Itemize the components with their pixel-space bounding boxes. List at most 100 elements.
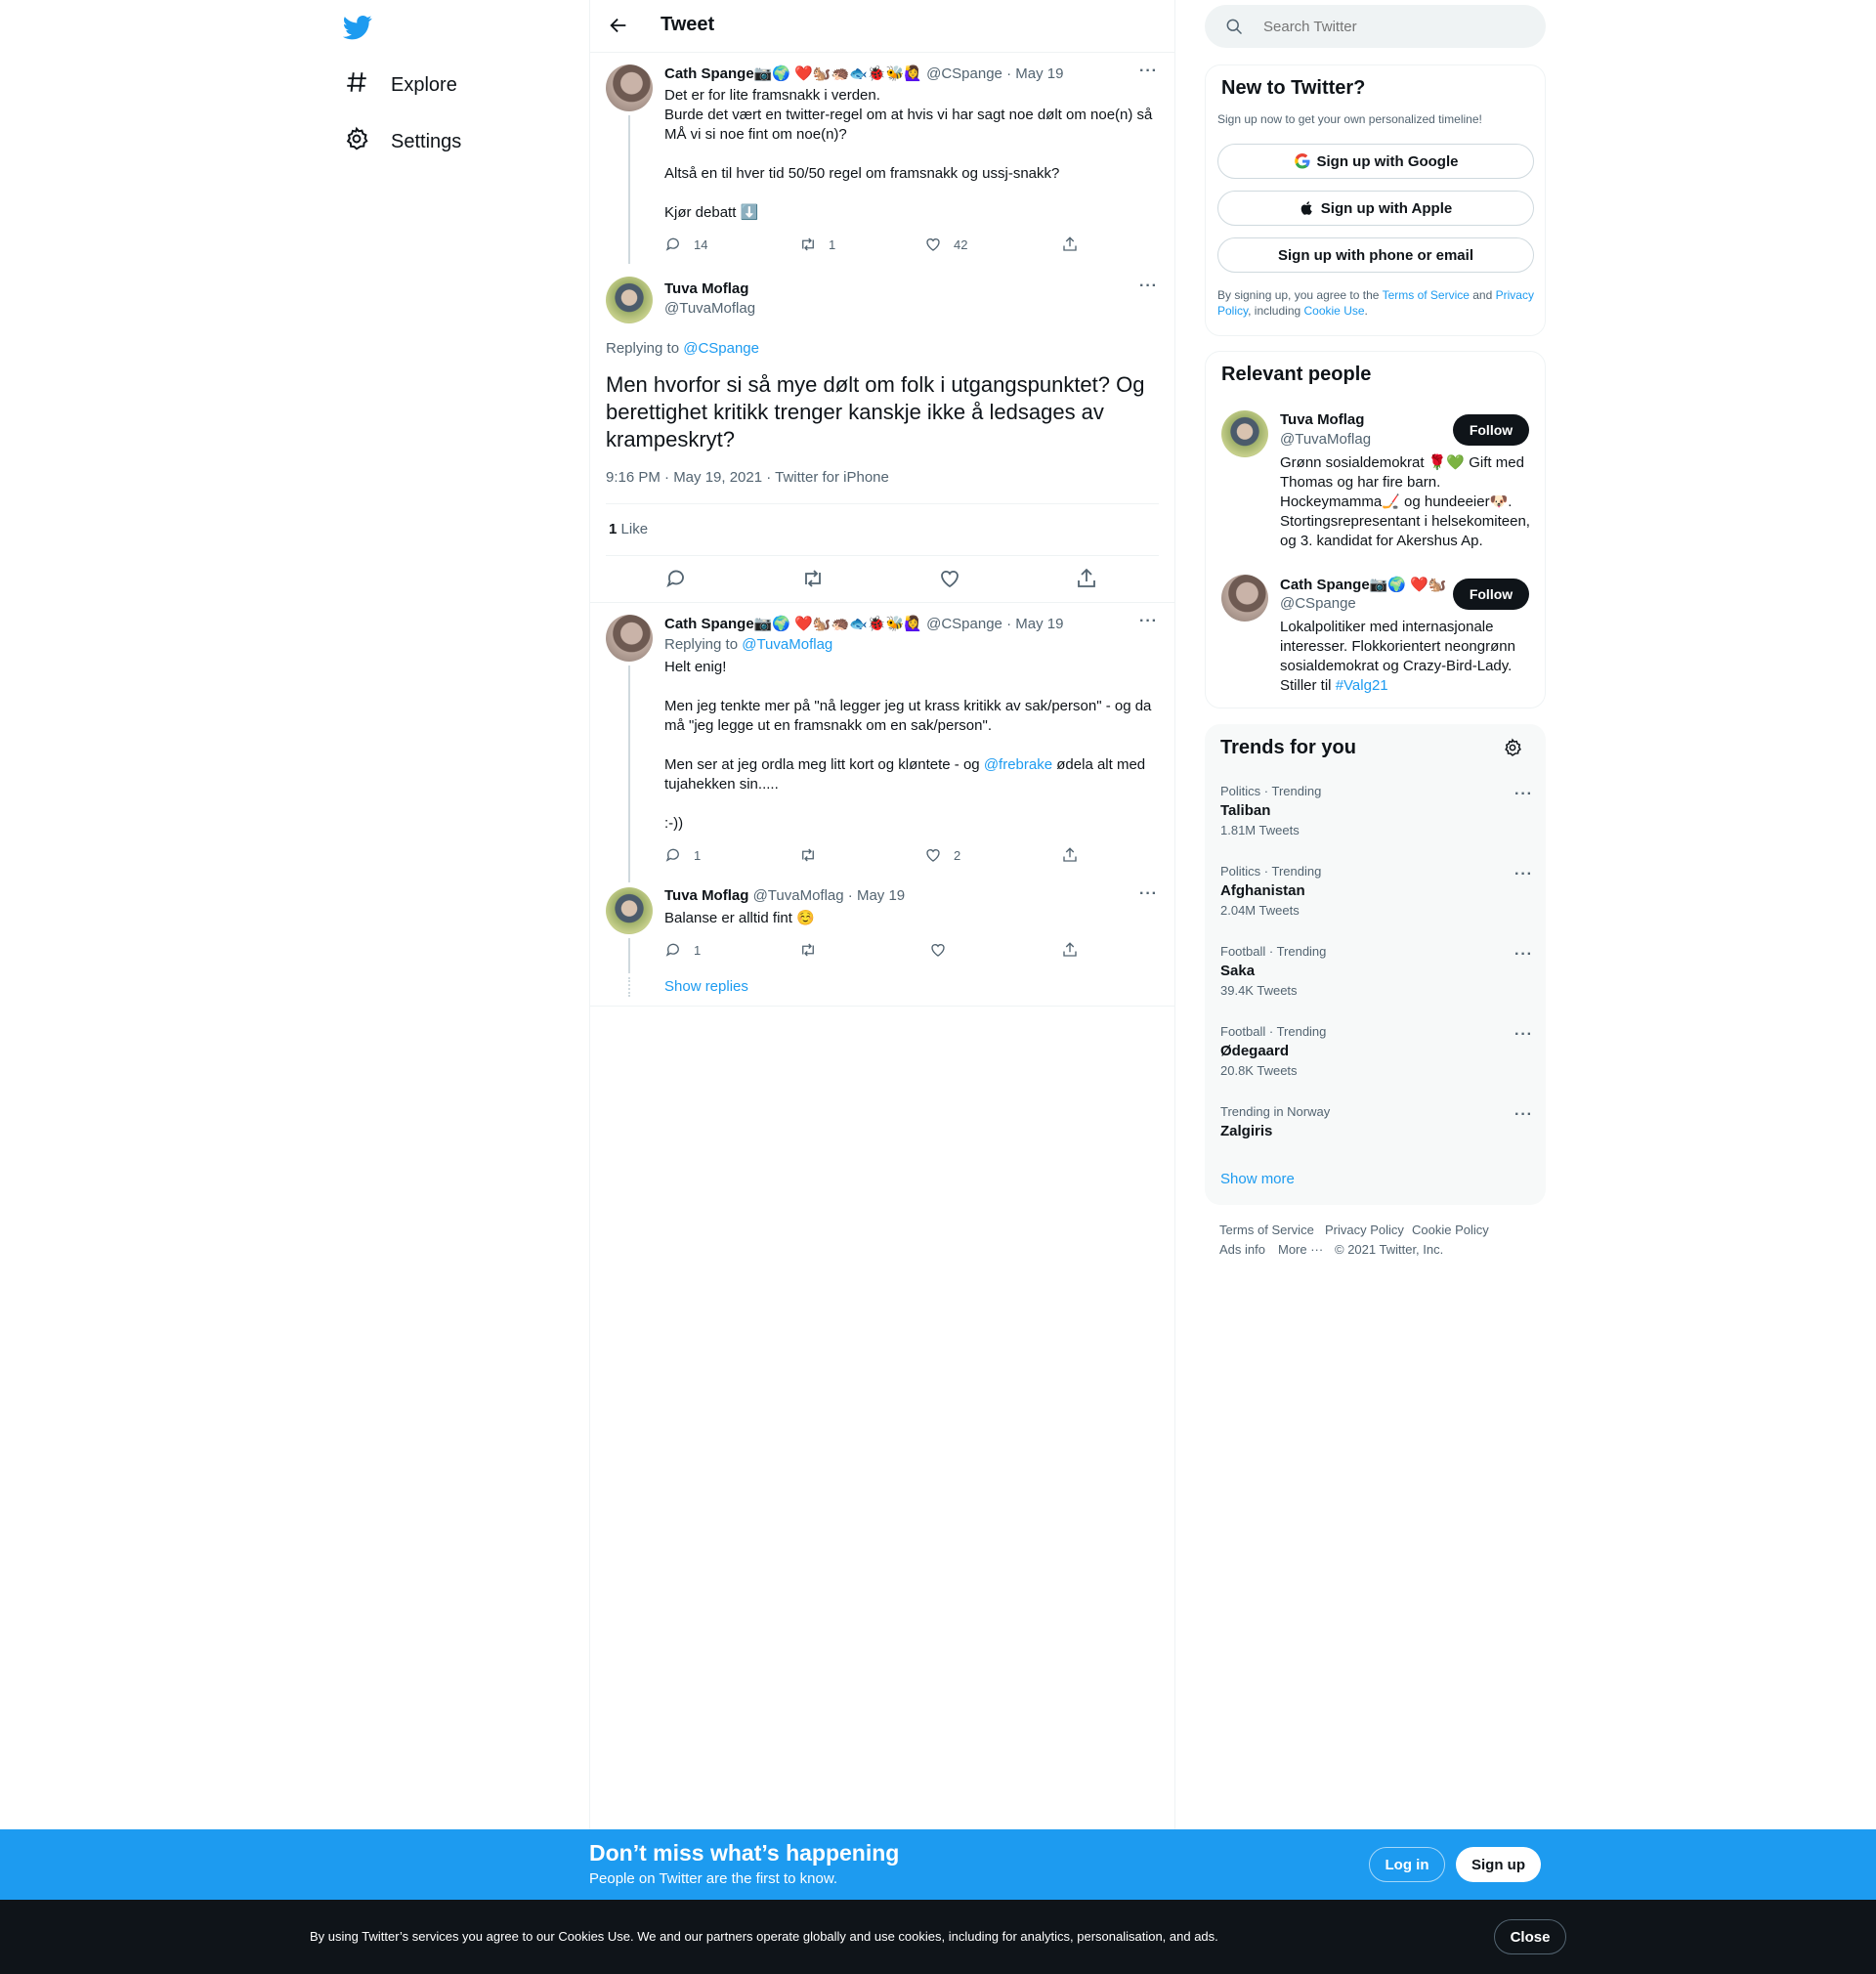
nav-settings[interactable]: Settings xyxy=(344,117,461,166)
retweet-count: 1 xyxy=(829,236,836,252)
banner-title: Don’t miss what’s happening xyxy=(589,1840,900,1866)
person-name[interactable]: Cath Spange📷🌍 ❤️🐿️ xyxy=(1280,576,1447,593)
person-name[interactable]: Tuva Moflag xyxy=(1280,411,1364,428)
signup-legal-text: By signing up, you agree to the Terms of… xyxy=(1217,287,1540,319)
signup-banner: Don’t miss what’s happening People on Tw… xyxy=(0,1829,1876,1900)
author-handle[interactable]: @CSpange xyxy=(926,65,1002,82)
trend-item[interactable]: Football · Trending Ødegaard 20.8K Tweet… xyxy=(1220,1024,1533,1078)
reply-button[interactable]: 1 xyxy=(664,846,701,864)
person-bio: Grønn sosialdemokrat 🌹💚 Gift med Thomas … xyxy=(1280,454,1530,549)
search-bar[interactable] xyxy=(1205,5,1546,48)
replying-to-link[interactable]: @TuvaMoflag xyxy=(742,636,832,653)
more-options-icon[interactable]: ··· xyxy=(1514,786,1533,803)
tweet-date[interactable]: · May 19 xyxy=(848,887,905,904)
settings-gear-icon[interactable] xyxy=(1503,738,1522,762)
trend-item[interactable]: Politics · Trending Taliban 1.81M Tweets… xyxy=(1220,784,1533,837)
footer-privacy-link[interactable]: Privacy Policy xyxy=(1325,1223,1404,1237)
more-options-icon[interactable]: ··· xyxy=(1139,885,1158,903)
follow-button[interactable]: Follow xyxy=(1453,414,1529,446)
share-button[interactable] xyxy=(1061,941,1090,959)
more-options-icon[interactable]: ··· xyxy=(1514,866,1533,883)
footer-terms-link[interactable]: Terms of Service xyxy=(1219,1223,1314,1237)
legal-text-part: and xyxy=(1469,288,1496,302)
more-options-icon[interactable]: ··· xyxy=(1139,613,1158,630)
author-name[interactable]: Tuva Moflag xyxy=(664,280,748,297)
search-input[interactable] xyxy=(1263,18,1517,35)
retweet-button[interactable]: 1 xyxy=(799,236,835,253)
trend-item[interactable]: Politics · Trending Afghanistan 2.04M Tw… xyxy=(1220,864,1533,918)
reply-button[interactable] xyxy=(664,567,688,595)
more-options-icon[interactable]: ··· xyxy=(1514,1106,1533,1124)
like-stats[interactable]: 1 Like xyxy=(609,521,648,537)
author-name[interactable]: Tuva Moflag xyxy=(664,887,748,904)
tweet-date[interactable]: · May 19 xyxy=(1006,65,1063,82)
cookie-text: By using Twitter’s services you agree to… xyxy=(310,1929,1218,1944)
trend-item[interactable]: Trending in Norway Zalgiris ··· xyxy=(1220,1104,1533,1139)
like-stats-count: 1 xyxy=(609,521,618,537)
reply-icon xyxy=(665,848,679,862)
terms-link[interactable]: Terms of Service xyxy=(1383,288,1470,302)
share-button[interactable] xyxy=(1061,846,1090,864)
share-button[interactable] xyxy=(1061,236,1090,253)
avatar[interactable] xyxy=(606,64,653,111)
replying-to-link[interactable]: @CSpange xyxy=(683,340,759,357)
reply-button[interactable]: 1 xyxy=(664,941,701,959)
follow-button[interactable]: Follow xyxy=(1453,579,1529,610)
avatar[interactable] xyxy=(1221,575,1268,622)
trend-name: Taliban xyxy=(1220,802,1271,819)
share-button[interactable] xyxy=(1075,567,1098,595)
cookie-use-link[interactable]: Cookie Use xyxy=(1304,304,1365,318)
twitter-logo-icon[interactable] xyxy=(342,13,372,42)
show-more-link[interactable]: Show more xyxy=(1220,1171,1295,1187)
signup-button[interactable]: Sign up xyxy=(1456,1847,1541,1882)
author-handle[interactable]: @TuvaMoflag xyxy=(664,300,755,317)
tweet-timestamp[interactable]: 9:16 PM · May 19, 2021 · Twitter for iPh… xyxy=(606,469,889,486)
avatar[interactable] xyxy=(606,615,653,662)
more-options-icon[interactable]: ··· xyxy=(1514,946,1533,964)
like-button[interactable] xyxy=(929,941,959,959)
avatar[interactable] xyxy=(1221,410,1268,457)
footer-ads-link[interactable]: Ads info xyxy=(1219,1242,1265,1257)
avatar[interactable] xyxy=(606,277,653,323)
retweet-button[interactable] xyxy=(801,567,825,595)
more-options-icon[interactable]: ··· xyxy=(1514,1026,1533,1044)
nav-explore[interactable]: Explore xyxy=(344,61,457,109)
tweet-header: Tuva Moflag @TuvaMoflag · May 19 xyxy=(664,887,905,904)
signup-apple-button[interactable]: Sign up with Apple xyxy=(1217,191,1534,226)
signup-apple-label: Sign up with Apple xyxy=(1320,199,1453,217)
reply-button[interactable]: 14 xyxy=(664,236,707,253)
more-options-icon[interactable]: ··· xyxy=(1139,278,1158,295)
trend-item[interactable]: Football · Trending Saka 39.4K Tweets ··… xyxy=(1220,944,1533,998)
retweet-button[interactable] xyxy=(799,941,829,959)
footer-cookie-link[interactable]: Cookie Policy xyxy=(1412,1223,1489,1237)
signup-google-button[interactable]: Sign up with Google xyxy=(1217,144,1534,179)
mention-link[interactable]: @frebrake xyxy=(984,756,1052,773)
replying-prefix: Replying to xyxy=(606,340,680,357)
hashtag-link[interactable]: #Valg21 xyxy=(1336,677,1388,694)
like-button[interactable]: 2 xyxy=(924,846,960,864)
trend-name: Zalgiris xyxy=(1220,1123,1273,1139)
trend-count: 20.8K Tweets xyxy=(1220,1063,1298,1078)
retweet-button[interactable] xyxy=(799,846,829,864)
avatar[interactable] xyxy=(606,887,653,934)
author-handle[interactable]: @TuvaMoflag xyxy=(753,887,844,904)
author-name[interactable]: Cath Spange📷🌍 ❤️🐿️🦔🐟🐞🐝🙋‍♀️ xyxy=(664,616,922,632)
like-button[interactable] xyxy=(938,567,961,595)
show-replies-link[interactable]: Show replies xyxy=(664,978,748,995)
author-name[interactable]: Cath Spange📷🌍 ❤️🐿️🦔🐟🐞🐝🙋‍♀️ xyxy=(664,65,922,82)
more-options-icon[interactable]: ··· xyxy=(1139,63,1158,80)
like-button[interactable]: 42 xyxy=(924,236,967,253)
cookie-close-button[interactable]: Close xyxy=(1494,1919,1566,1954)
back-arrow-icon[interactable] xyxy=(608,15,631,38)
like-stats-label: Like xyxy=(620,521,649,537)
login-button[interactable]: Log in xyxy=(1369,1847,1445,1882)
signup-phone-button[interactable]: Sign up with phone or email xyxy=(1217,237,1534,273)
footer-more-link[interactable]: More ··· xyxy=(1278,1242,1323,1257)
tweet-date[interactable]: · May 19 xyxy=(1006,616,1063,632)
person-handle[interactable]: @CSpange xyxy=(1280,595,1356,612)
replying-to: Replying to @CSpange xyxy=(606,340,759,357)
author-handle[interactable]: @CSpange xyxy=(926,616,1002,632)
main-tweet-text: Men hvorfor si så mye dølt om folk i utg… xyxy=(606,372,1145,451)
person-handle[interactable]: @TuvaMoflag xyxy=(1280,431,1371,448)
tweet-text: Balanse er alltid fint ☺️ xyxy=(664,910,815,926)
